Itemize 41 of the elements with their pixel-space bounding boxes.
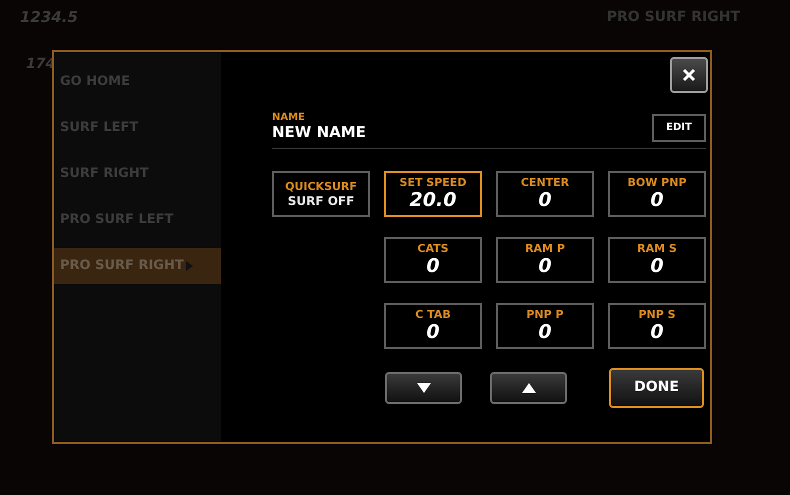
setting-tile[interactable]: QUICKSURF SURF OFF [272,170,370,217]
tile-value: 0 [538,257,552,276]
tile-label: CATS [417,243,449,254]
setting-tile[interactable]: RAM P 0 [496,236,594,283]
close-button[interactable] [670,57,708,93]
tile-label: RAM P [525,243,565,254]
down-arrow-icon [416,382,430,393]
tile-label: PNP S [638,309,676,320]
tile-label: C TAB [415,309,451,320]
tile-value: 20.0 [410,191,456,210]
name-value: NEW NAME [272,123,366,142]
tile-label: RAM S [637,243,677,254]
tile-label: SET SPEED [400,177,466,188]
tile-label: BOW PNP [627,177,687,188]
setting-tile[interactable]: SET SPEED 20.0 [384,170,482,217]
setting-tile[interactable]: CENTER 0 [496,170,594,217]
name-label: NAME [272,113,306,123]
setting-tile[interactable]: RAM S 0 [608,236,706,283]
tile-value: 0 [650,257,664,276]
setting-tile[interactable]: PNP P 0 [496,302,594,349]
up-button[interactable] [490,372,567,404]
close-icon [682,68,696,82]
tile-value: 0 [538,191,552,210]
tile-label: QUICKSURF [285,180,357,192]
tile-label: PNP P [526,309,564,320]
tile-value: 0 [650,323,664,342]
setting-tile[interactable]: CATS 0 [384,236,482,283]
tile-label: CENTER [520,177,570,188]
edit-button[interactable]: EDIT [652,114,706,142]
setting-tile[interactable]: C TAB 0 [384,302,482,349]
tile-value: 0 [538,323,552,342]
setting-tile[interactable]: PNP S 0 [608,302,706,349]
tile-value: 0 [426,323,440,342]
up-arrow-icon [522,382,536,393]
tile-value: 0 [426,257,440,276]
down-button[interactable] [385,372,462,404]
tile-value: SURF OFF [288,194,354,207]
setting-tile[interactable]: BOW PNP 0 [608,170,706,217]
triangle-icon [186,261,193,271]
tile-value: 0 [650,191,664,210]
done-button[interactable]: DONE [609,368,704,408]
